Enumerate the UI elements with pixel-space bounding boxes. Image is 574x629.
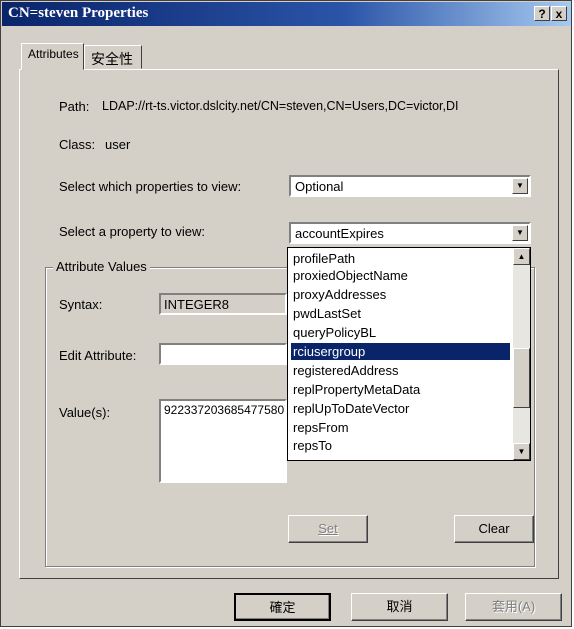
properties-filter-select[interactable]: Optional ▼ — [289, 175, 531, 197]
properties-filter-label: Select which properties to view: — [59, 179, 242, 194]
syntax-field: INTEGER8 — [159, 293, 287, 315]
set-button-label: Set — [318, 521, 338, 536]
scroll-thumb[interactable] — [513, 348, 530, 408]
list-item[interactable]: proxyAddresses — [291, 286, 510, 303]
list-item[interactable]: queryPolicyBL — [291, 324, 510, 341]
edit-attribute-label: Edit Attribute: — [59, 348, 137, 363]
scroll-up-icon[interactable]: ▲ — [513, 248, 530, 265]
property-select-value: accountExpires — [295, 226, 384, 241]
syntax-value: INTEGER8 — [164, 297, 230, 312]
help-button[interactable]: ? — [534, 6, 550, 21]
values-list[interactable]: 9223372036854775807 — [159, 399, 287, 483]
properties-filter-value: Optional — [295, 179, 344, 194]
set-button[interactable]: Set — [288, 515, 368, 543]
list-item[interactable]: repsTo — [291, 437, 510, 454]
list-item[interactable]: registeredAddress — [291, 362, 510, 379]
tab-security-label: 安全性 — [91, 51, 133, 67]
clear-button[interactable]: Clear — [454, 515, 534, 543]
class-value: user — [105, 137, 131, 152]
property-dropdown-list[interactable]: profilePath proxiedObjectName proxyAddre… — [287, 247, 531, 461]
path-value: LDAP://rt-ts.victor.dslcity.net/CN=steve… — [102, 99, 459, 113]
list-item[interactable]: pwdLastSet — [291, 305, 510, 322]
list-item[interactable]: repsFrom — [291, 419, 510, 436]
class-label: Class: — [59, 137, 96, 152]
dropdown-scrollbar[interactable]: ▲ ▼ — [513, 248, 530, 460]
cancel-button[interactable]: 取消 — [351, 593, 448, 621]
property-select[interactable]: accountExpires ▼ — [289, 222, 531, 244]
list-item[interactable]: proxiedObjectName — [291, 267, 510, 284]
list-item[interactable]: profilePath — [291, 250, 510, 267]
tab-attributes-label: Attributes — [28, 47, 79, 61]
edit-attribute-input[interactable] — [159, 343, 287, 365]
apply-button-label: 套用(A) — [491, 599, 536, 614]
close-button[interactable]: x — [551, 6, 567, 21]
syntax-label: Syntax: — [59, 297, 103, 312]
tab-security[interactable]: 安全性 — [84, 45, 142, 69]
list-item[interactable]: replUpToDateVector — [291, 400, 510, 417]
path-label: Path: — [59, 99, 90, 114]
cancel-button-label: 取消 — [386, 599, 413, 614]
values-value: 9223372036854775807 — [164, 403, 287, 417]
properties-dialog: CN=steven Properties ? x Attributes 安全性 … — [0, 0, 572, 627]
scroll-down-icon[interactable]: ▼ — [513, 443, 530, 460]
tab-attributes[interactable]: Attributes — [21, 43, 84, 70]
values-label: Value(s): — [59, 405, 111, 420]
property-select-label: Select a property to view: — [59, 224, 205, 239]
attribute-values-legend: Attribute Values — [53, 259, 150, 274]
chevron-down-icon[interactable]: ▼ — [512, 225, 528, 241]
chevron-down-icon[interactable]: ▼ — [512, 178, 528, 194]
apply-button[interactable]: 套用(A) — [465, 593, 562, 621]
clear-button-label: Clear — [478, 521, 510, 536]
list-item-selected[interactable]: rciusergroup — [291, 343, 510, 360]
title-bar[interactable]: CN=steven Properties ? x — [2, 2, 571, 26]
list-item[interactable]: replPropertyMetaData — [291, 381, 510, 398]
ok-button-label: 確定 — [269, 600, 296, 615]
window-title: CN=steven Properties — [8, 5, 149, 21]
ok-button[interactable]: 確定 — [234, 593, 331, 621]
